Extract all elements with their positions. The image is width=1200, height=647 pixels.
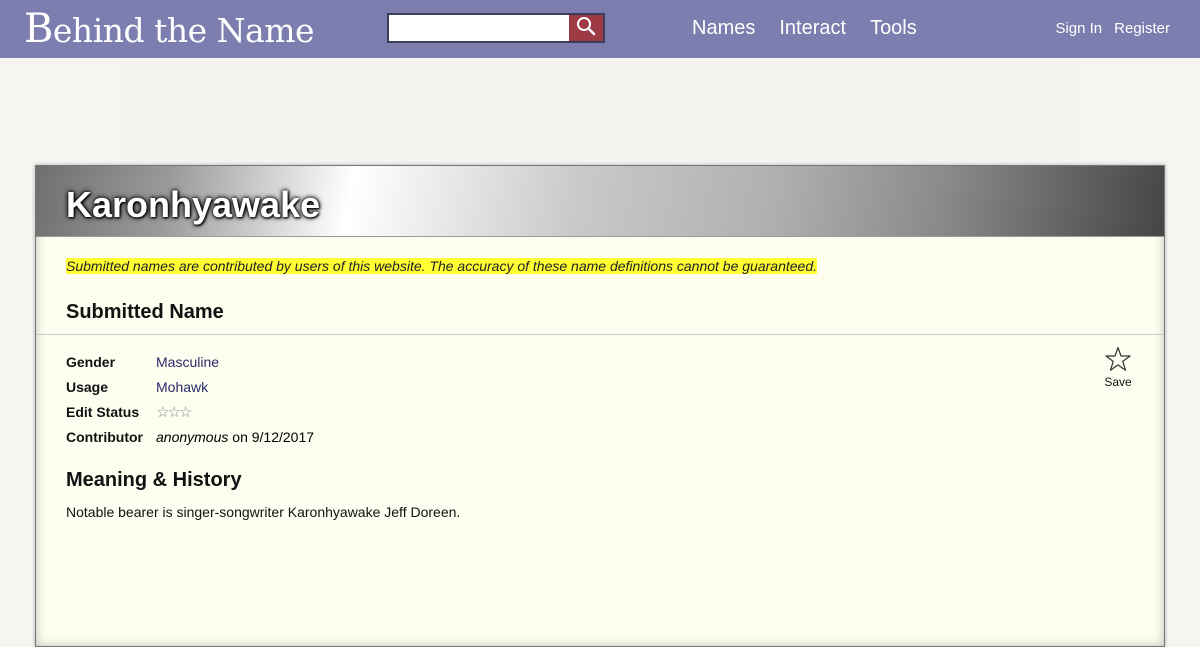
gender-link[interactable]: Masculine [156, 354, 219, 370]
save-label: Save [1104, 375, 1132, 389]
logo-text: ehind the Name [52, 11, 315, 50]
usage-label: Usage [66, 378, 109, 395]
nav-interact[interactable]: Interact [779, 17, 846, 40]
logo-initial: B [24, 6, 53, 52]
account-links: Sign In Register [1055, 20, 1170, 37]
edit-status-stars-icon[interactable]: ☆☆☆ [156, 404, 192, 421]
info-row-usage: Usage Mohawk [66, 374, 314, 399]
section-heading-meaning: Meaning & History [66, 469, 242, 491]
name-title: Karonhyawake [66, 184, 321, 225]
submitted-disclaimer: Submitted names are contributed by users… [66, 258, 817, 274]
name-card: Karonhyawake Submitted names are contrib… [35, 165, 1165, 647]
info-row-contributor: Contributor anonymous on 9/12/2017 [66, 424, 314, 449]
meaning-text: Notable bearer is singer-songwriter Karo… [66, 504, 461, 520]
search-button[interactable] [569, 13, 605, 43]
nav-tools[interactable]: Tools [870, 17, 917, 40]
save-button[interactable]: Save [1102, 346, 1134, 389]
info-row-edit-status: Edit Status ☆☆☆ [66, 399, 314, 424]
section-divider [36, 334, 1164, 335]
main-nav: Names Interact Tools [680, 17, 929, 40]
name-info-table: Gender Masculine Usage Mohawk Edit Statu… [66, 349, 314, 449]
top-nav-bar: Behind the Name Names Interact Tools Sig… [0, 0, 1200, 58]
star-outline-icon [1105, 346, 1131, 375]
edit-status-label: Edit Status [66, 403, 140, 420]
register-link[interactable]: Register [1114, 20, 1170, 37]
gender-label: Gender [66, 353, 116, 370]
search-input[interactable] [387, 13, 569, 43]
section-heading-submitted-name: Submitted Name [66, 301, 224, 323]
contributor-date: on 9/12/2017 [228, 428, 315, 445]
search-icon [576, 16, 596, 41]
contributor-name: anonymous [156, 428, 229, 445]
search-bar [387, 13, 607, 43]
ad-placeholder [120, 58, 1080, 158]
name-banner: Karonhyawake [36, 166, 1164, 237]
nav-names[interactable]: Names [692, 17, 755, 40]
sign-in-link[interactable]: Sign In [1055, 20, 1102, 37]
contributor-label: Contributor [66, 428, 143, 445]
site-logo[interactable]: Behind the Name [24, 6, 315, 52]
usage-link[interactable]: Mohawk [156, 379, 208, 395]
info-row-gender: Gender Masculine [66, 349, 314, 374]
